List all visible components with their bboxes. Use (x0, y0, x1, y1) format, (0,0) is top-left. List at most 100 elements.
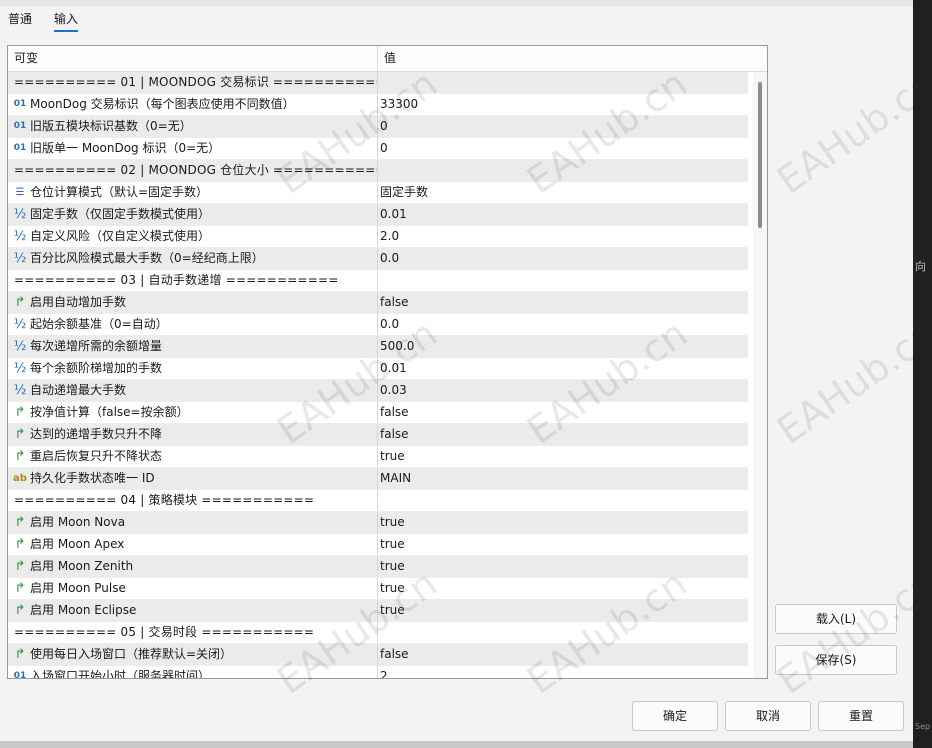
parameter-value-cell[interactable]: true (380, 578, 740, 599)
boolean-type-icon: ↱ (14, 581, 26, 596)
parameter-name-cell: ↱ 启用 Moon Eclipse (8, 600, 378, 621)
boolean-type-icon: ↱ (14, 405, 26, 420)
watermark: EAHub.cn (769, 311, 932, 453)
vertical-scrollbar[interactable] (753, 72, 767, 678)
parameter-row[interactable]: 01 入场窗口开始小时（服务器时间） 2 (8, 666, 748, 679)
double-type-icon: ½ (13, 339, 27, 354)
ok-button[interactable]: 确定 (632, 701, 718, 731)
boolean-type-icon: ↱ (14, 603, 26, 618)
parameter-row[interactable]: ↱ 使用每日入场窗口（推荐默认=关闭） false (8, 644, 748, 666)
parameter-value-cell[interactable]: 2 (380, 666, 740, 678)
parameter-name: 自定义风险（仅自定义模式使用） (30, 229, 211, 243)
parameter-name-cell: ½ 自定义风险（仅自定义模式使用） (8, 226, 378, 247)
parameter-row[interactable]: ↱ 启用 Moon Nova true (8, 512, 748, 534)
load-button[interactable]: 载入(L) (775, 604, 897, 634)
parameter-value-cell[interactable]: 0.0 (380, 314, 740, 335)
parameter-row[interactable]: ↱ 重启后恢复只升不降状态 true (8, 446, 748, 468)
parameter-row[interactable]: ½ 固定手数（仅固定手数模式使用） 0.01 (8, 204, 748, 226)
parameter-row[interactable]: ↱ 启用 Moon Apex true (8, 534, 748, 556)
parameter-value-cell[interactable]: true (380, 534, 740, 555)
parameter-name: 仓位计算模式（默认=固定手数） (30, 185, 209, 199)
parameter-row[interactable]: ↱ 启用 Moon Zenith true (8, 556, 748, 578)
parameter-row[interactable]: ½ 每个余额阶梯增加的手数 0.01 (8, 358, 748, 380)
parameter-name-cell: ↱ 启用 Moon Zenith (8, 556, 378, 577)
boolean-type-icon: ↱ (14, 537, 26, 552)
parameter-name: 旧版单一 MoonDog 标识（0=无） (30, 141, 221, 155)
parameter-value-cell[interactable]: 2.0 (380, 226, 740, 247)
parameter-value-cell[interactable]: 0.01 (380, 358, 740, 379)
parameter-value-cell[interactable]: false (380, 402, 740, 423)
parameter-value-cell (380, 270, 740, 291)
cancel-button[interactable]: 取消 (725, 701, 811, 731)
parameter-name-cell: ↱ 达到的递增手数只升不降 (8, 424, 378, 445)
parameter-value-cell[interactable]: 0.03 (380, 380, 740, 401)
parameter-name: 旧版五模块标识基数（0=无） (30, 119, 192, 133)
parameter-value-cell[interactable]: 33300 (380, 94, 740, 115)
parameter-row[interactable]: 01 旧版五模块标识基数（0=无） 0 (8, 116, 748, 138)
double-type-icon: ½ (13, 361, 27, 376)
parameter-name: 入场窗口开始小时（服务器时间） (30, 669, 211, 679)
parameter-value-cell[interactable]: MAIN (380, 468, 740, 489)
parameter-row[interactable]: ½ 自定义风险（仅自定义模式使用） 2.0 (8, 226, 748, 248)
parameter-value-cell[interactable]: 固定手数 (380, 182, 740, 203)
reset-button[interactable]: 重置 (818, 701, 904, 731)
parameter-name: 百分比风险模式最大手数（0=经纪商上限） (30, 251, 264, 265)
parameter-value-cell (380, 160, 740, 181)
parameter-value-cell[interactable]: false (380, 424, 740, 445)
boolean-type-icon: ↱ (14, 295, 26, 310)
parameter-name: ========== 05 | 交易时段 =========== (14, 625, 315, 639)
parameter-row[interactable]: ↱ 按净值计算（false=按余额） false (8, 402, 748, 424)
parameter-row[interactable]: ab 持久化手数状态唯一 ID MAIN (8, 468, 748, 490)
section-header-row[interactable]: ========== 01 | MOONDOG 交易标识 =========== (8, 72, 748, 94)
parameter-name: 启用 Moon Pulse (30, 581, 126, 595)
parameter-row[interactable]: ☰ 仓位计算模式（默认=固定手数） 固定手数 (8, 182, 748, 204)
parameter-value-cell[interactable]: false (380, 292, 740, 313)
parameter-name-cell: ========== 04 | 策略模块 =========== (8, 490, 378, 511)
parameter-name: MoonDog 交易标识（每个图表应使用不同数值） (30, 97, 295, 111)
tab-common[interactable]: 普通 (8, 10, 32, 30)
section-header-row[interactable]: ========== 04 | 策略模块 =========== (8, 490, 748, 512)
save-button[interactable]: 保存(S) (775, 645, 897, 675)
parameter-value-cell[interactable]: 0 (380, 116, 740, 137)
grid-header: 可变 值 (8, 46, 767, 72)
parameter-value-cell[interactable]: 0.0 (380, 248, 740, 269)
parameter-value-cell[interactable]: true (380, 556, 740, 577)
parameter-value-cell[interactable]: false (380, 644, 740, 665)
section-header-row[interactable]: ========== 02 | MOONDOG 仓位大小 =========== (8, 160, 748, 182)
parameter-name: 启用 Moon Nova (30, 515, 126, 529)
parameter-name: 起始余额基准（0=自动） (30, 317, 168, 331)
boolean-type-icon: ↱ (14, 427, 26, 442)
boolean-type-icon: ↱ (14, 647, 26, 662)
tab-inputs[interactable]: 输入 (54, 10, 79, 32)
parameter-value-cell[interactable]: true (380, 600, 740, 621)
parameter-name: 启用 Moon Eclipse (30, 603, 137, 617)
parameter-row[interactable]: ½ 自动递增最大手数 0.03 (8, 380, 748, 402)
scrollbar-thumb[interactable] (758, 82, 762, 228)
section-header-row[interactable]: ========== 03 | 自动手数递增 =========== (8, 270, 748, 292)
parameter-value-cell[interactable]: 0 (380, 138, 740, 159)
parameter-row[interactable]: ↱ 达到的递增手数只升不降 false (8, 424, 748, 446)
background-window-edge: 向 Sep (913, 0, 932, 748)
parameter-value-cell[interactable]: true (380, 446, 740, 467)
parameter-value-cell (380, 490, 740, 511)
parameter-row[interactable]: ½ 起始余额基准（0=自动） 0.0 (8, 314, 748, 336)
section-header-row[interactable]: ========== 05 | 交易时段 =========== (8, 622, 748, 644)
parameter-value-cell[interactable]: true (380, 512, 740, 533)
parameter-value-cell[interactable]: 0.01 (380, 204, 740, 225)
parameter-name: 启用自动增加手数 (30, 295, 127, 309)
parameter-value-cell[interactable]: 500.0 (380, 336, 740, 357)
parameter-row[interactable]: ↱ 启用自动增加手数 false (8, 292, 748, 314)
column-header-variable[interactable]: 可变 (8, 46, 378, 71)
parameter-name-cell: ========== 01 | MOONDOG 交易标识 =========== (8, 72, 378, 93)
parameter-row[interactable]: 01 MoonDog 交易标识（每个图表应使用不同数值） 33300 (8, 94, 748, 116)
parameter-row[interactable]: ↱ 启用 Moon Pulse true (8, 578, 748, 600)
parameter-name-cell: ½ 固定手数（仅固定手数模式使用） (8, 204, 378, 225)
parameter-row[interactable]: 01 旧版单一 MoonDog 标识（0=无） 0 (8, 138, 748, 160)
integer-type-icon: 01 (13, 671, 27, 679)
parameter-row[interactable]: ↱ 启用 Moon Eclipse true (8, 600, 748, 622)
column-header-value[interactable]: 值 (378, 46, 754, 71)
parameter-row[interactable]: ½ 每次递增所需的余额增量 500.0 (8, 336, 748, 358)
parameter-name-cell: ☰ 仓位计算模式（默认=固定手数） (8, 182, 378, 203)
parameter-row[interactable]: ½ 百分比风险模式最大手数（0=经纪商上限） 0.0 (8, 248, 748, 270)
enum-type-icon: ☰ (15, 187, 25, 198)
